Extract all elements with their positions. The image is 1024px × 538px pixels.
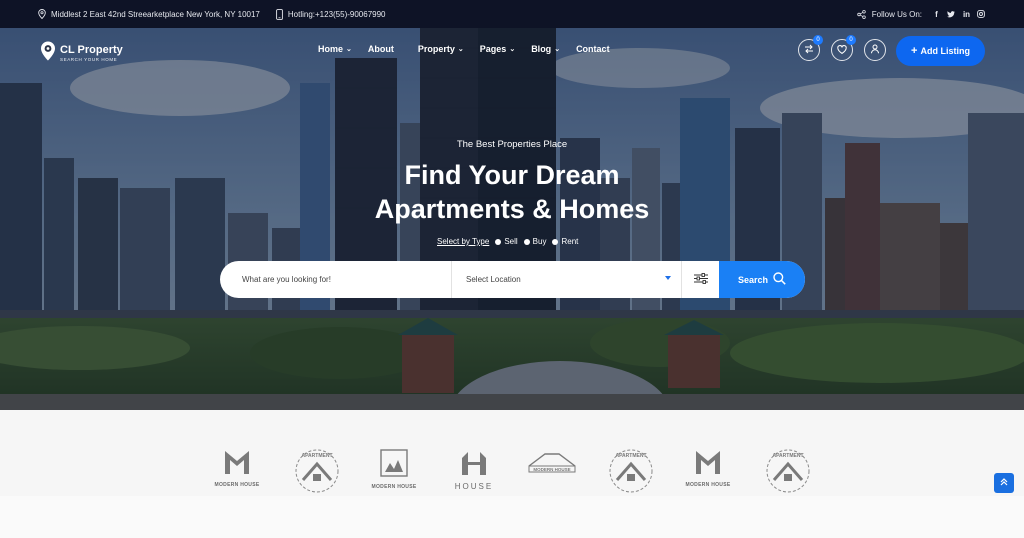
main-header: CL Property SEARCH YOUR HOME Home ⌄ About… xyxy=(0,28,1024,74)
partner-logo-1: MODERN HOUSE xyxy=(207,448,267,498)
partner-logo-8: APARTMENT xyxy=(758,448,818,498)
chevron-down-icon: ⌄ xyxy=(554,46,561,53)
follow-label: Follow Us On: xyxy=(871,9,922,19)
compare-count-badge: 0 xyxy=(813,35,823,45)
caret-down-icon xyxy=(665,276,671,280)
radio-dot-icon xyxy=(523,238,530,245)
nav-pages[interactable]: Pages ⌄ xyxy=(480,44,515,54)
type-rent-radio[interactable]: Rent xyxy=(552,237,578,246)
nav-home[interactable]: Home ⌄ xyxy=(318,44,352,54)
location-logo-icon xyxy=(40,41,56,66)
chevron-down-icon: ⌄ xyxy=(457,46,464,53)
user-icon xyxy=(870,41,880,59)
wishlist-button[interactable]: 0 xyxy=(831,35,856,61)
compare-button[interactable]: 0 xyxy=(798,35,823,61)
plus-icon: + xyxy=(911,45,918,57)
chevron-up-icon xyxy=(999,474,1009,492)
partner-logo-3: MODERN HOUSE xyxy=(364,448,424,498)
location-select[interactable]: Select Location xyxy=(451,261,681,298)
sliders-icon xyxy=(693,271,708,289)
search-button[interactable]: Search xyxy=(719,261,805,298)
partner-logo-4: HOUSE xyxy=(444,448,504,498)
nav-blog[interactable]: Blog ⌄ xyxy=(531,44,560,54)
roof-logo-icon: MODERN HOUSE xyxy=(525,448,579,479)
address-info: Middlest 2 East 42nd Streearketplace New… xyxy=(38,9,260,19)
location-pin-icon xyxy=(38,9,46,19)
type-sell-radio[interactable]: Sell xyxy=(495,237,518,246)
phone-icon xyxy=(276,8,283,20)
nav-property[interactable]: Property ⌄ xyxy=(418,44,464,54)
site-logo[interactable]: CL Property SEARCH YOUR HOME xyxy=(40,41,123,66)
instagram-icon[interactable] xyxy=(977,10,986,18)
twitter-icon[interactable] xyxy=(947,10,956,18)
apartment-circle-logo-icon: APARTMENT xyxy=(290,448,344,499)
compare-arrows-icon xyxy=(804,41,814,59)
radio-dot-icon xyxy=(552,238,559,245)
address-text: Middlest 2 East 42nd Streearketplace New… xyxy=(51,9,260,19)
search-input[interactable] xyxy=(220,261,451,298)
framed-house-logo-icon xyxy=(379,448,409,483)
hotline-info: Hotling:+123(55)-90067990 xyxy=(276,8,386,20)
hero-title-line2: Apartments & Homes xyxy=(374,194,650,224)
apartment-circle-logo-icon: APARTMENT xyxy=(604,448,658,499)
m-house-logo-icon xyxy=(223,448,251,481)
partner-logos-strip: MODERN HOUSE APARTMENT MODERN HOUSE HOUS… xyxy=(0,410,1024,496)
svg-text:MODERN HOUSE: MODERN HOUSE xyxy=(533,467,570,472)
svg-text:APARTMENT: APARTMENT xyxy=(772,453,803,459)
svg-text:APARTMENT: APARTMENT xyxy=(301,453,332,459)
top-info-bar: Middlest 2 East 42nd Streearketplace New… xyxy=(0,0,1024,28)
partner-logo-2: APARTMENT xyxy=(287,448,347,498)
main-nav: Home ⌄ About Property ⌄ Pages ⌄ Blog ⌄ Conta… xyxy=(318,44,610,54)
nav-contact[interactable]: Contact xyxy=(576,44,610,54)
radio-dot-icon xyxy=(495,238,502,245)
search-icon xyxy=(773,272,786,287)
property-type-selector: Select by Type Sell Buy Rent xyxy=(437,237,578,246)
hotline-text[interactable]: Hotling:+123(55)-90067990 xyxy=(288,10,386,19)
filter-button[interactable] xyxy=(681,261,719,298)
chevron-down-icon: ⌄ xyxy=(509,46,516,53)
svg-text:APARTMENT: APARTMENT xyxy=(615,453,646,459)
share-icon xyxy=(857,9,866,19)
partner-logo-6: APARTMENT xyxy=(601,448,661,498)
scroll-to-top-button[interactable] xyxy=(994,473,1014,493)
search-bar: Select Location Search xyxy=(220,261,805,298)
account-button[interactable] xyxy=(864,39,886,61)
type-buy-radio[interactable]: Buy xyxy=(523,237,546,246)
facebook-icon[interactable]: f xyxy=(932,10,941,19)
hero-subtitle: The Best Properties Place xyxy=(456,139,568,150)
wishlist-count-badge: 0 xyxy=(846,35,856,45)
hero-title: Find Your Dream Apartments & Homes xyxy=(0,158,1024,226)
partner-logo-5: MODERN HOUSE xyxy=(522,448,582,498)
social-links: Follow Us On: f in xyxy=(857,10,986,19)
logo-name: CL Property xyxy=(60,44,123,56)
logo-tagline: SEARCH YOUR HOME xyxy=(60,57,118,62)
m-house-logo-icon xyxy=(694,448,722,481)
h-house-logo-icon xyxy=(459,448,489,481)
lower-section xyxy=(0,496,1024,538)
add-listing-button[interactable]: + Add Listing xyxy=(896,36,985,66)
heart-icon xyxy=(837,41,847,59)
hero-title-line1: Find Your Dream xyxy=(404,160,620,190)
apartment-circle-logo-icon: APARTMENT xyxy=(761,448,815,499)
chevron-down-icon: ⌄ xyxy=(346,46,352,53)
type-label: Select by Type xyxy=(437,237,490,246)
hero-section: CL Property SEARCH YOUR HOME Home ⌄ About… xyxy=(0,28,1024,410)
nav-about[interactable]: About xyxy=(368,44,394,54)
partner-logo-7: MODERN HOUSE xyxy=(678,448,738,498)
linkedin-icon[interactable]: in xyxy=(962,10,971,19)
